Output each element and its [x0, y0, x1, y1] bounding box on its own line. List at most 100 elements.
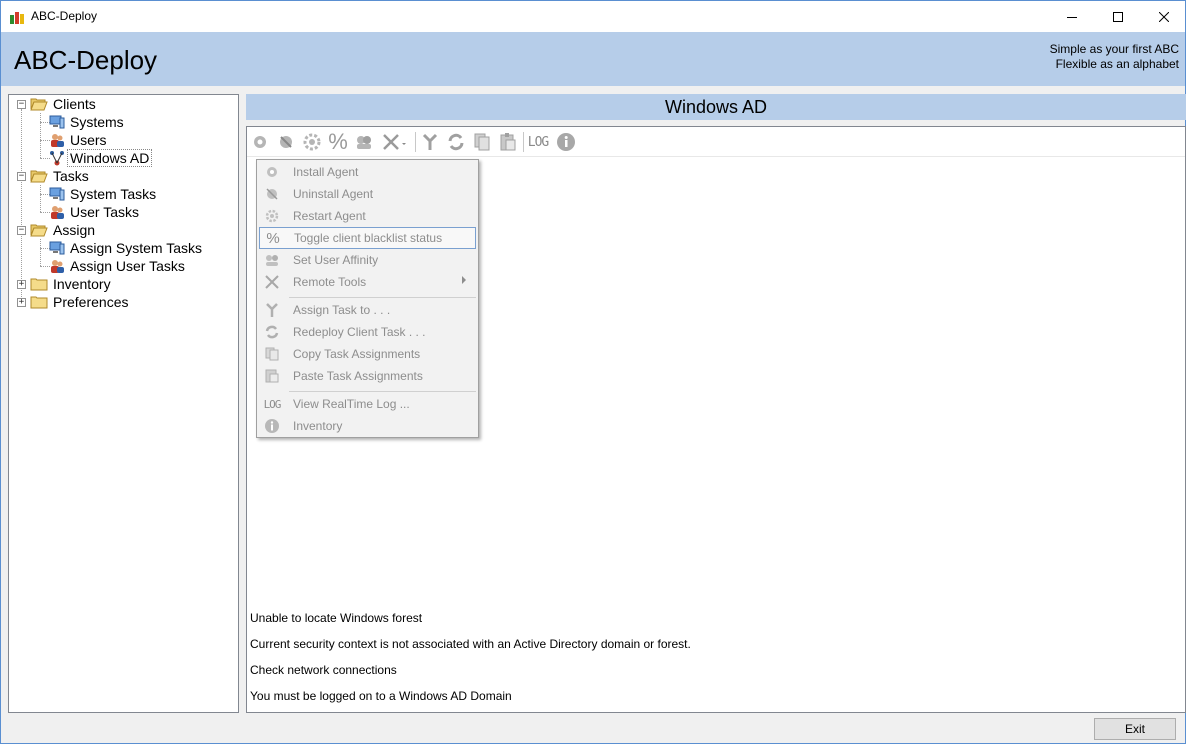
- menu-separator: [289, 391, 476, 392]
- message-line-1: Unable to locate Windows forest: [250, 611, 423, 625]
- tree-label-assign: Assign: [53, 222, 96, 238]
- gear-plus-icon: [254, 136, 266, 148]
- tree-node-inventory[interactable]: Inventory: [30, 275, 113, 293]
- submenu-arrow-icon: [462, 276, 466, 284]
- uninstall-agent-tool[interactable]: [275, 131, 297, 153]
- title-bar: ABC-Deploy: [1, 1, 1185, 32]
- header-banner: ABC-Deploy Simple as your first ABC Flex…: [1, 32, 1185, 86]
- menu-label: View RealTime Log ...: [293, 397, 410, 411]
- menu-label: Inventory: [293, 419, 343, 433]
- menu-label: Remote Tools: [293, 275, 367, 289]
- tree-label-windows-ad: Windows AD: [66, 149, 153, 167]
- user-affinity-tool[interactable]: [353, 131, 375, 153]
- users-icon: [51, 260, 64, 273]
- tree-label-user-tasks: User Tasks: [70, 204, 139, 220]
- info-icon: [261, 417, 283, 435]
- toolbar: % LOG: [247, 127, 1185, 157]
- menu-item-paste-assignments[interactable]: Paste Task Assignments: [259, 365, 476, 387]
- maximize-button[interactable]: [1095, 1, 1141, 32]
- tools-icon: [383, 134, 406, 150]
- inventory-tool[interactable]: [555, 131, 577, 153]
- paste-assignments-tool[interactable]: [497, 131, 519, 153]
- gear-remove-icon: [280, 136, 292, 148]
- collapse-toggle[interactable]: −: [17, 100, 26, 109]
- tree-node-user-tasks[interactable]: User Tasks: [49, 203, 141, 221]
- redeploy-task-tool[interactable]: [445, 131, 467, 153]
- app-window: ABC-Deploy ABC-Deploy Simple as your fir…: [0, 0, 1186, 744]
- tree-label-preferences: Preferences: [53, 294, 129, 310]
- menu-item-copy-assignments[interactable]: Copy Task Assignments: [259, 343, 476, 365]
- computer-icon: [49, 241, 65, 255]
- gear-icon: [303, 133, 321, 151]
- copy-icon: [474, 133, 490, 151]
- tree-line: [21, 109, 22, 303]
- menu-label: Install Agent: [293, 165, 359, 179]
- menu-label: Restart Agent: [293, 209, 366, 223]
- network-icon: [50, 151, 64, 166]
- menu-item-inventory[interactable]: Inventory: [259, 415, 476, 437]
- tree-label-inventory: Inventory: [53, 276, 111, 292]
- users-icon: [357, 136, 371, 149]
- remote-tools-dropdown[interactable]: [379, 131, 409, 153]
- menu-item-redeploy-task[interactable]: Redeploy Client Task . . .: [259, 321, 476, 343]
- toolbar-separator: [523, 132, 524, 152]
- tree-label-tasks: Tasks: [53, 168, 89, 184]
- percent-icon[interactable]: %: [327, 129, 349, 154]
- tree-node-tasks[interactable]: Tasks: [30, 167, 91, 185]
- paste-icon: [500, 133, 516, 151]
- tree-line: [40, 185, 41, 212]
- copy-assignments-tool[interactable]: [471, 131, 493, 153]
- tree-node-users[interactable]: Users: [49, 131, 109, 149]
- restart-agent-tool[interactable]: [301, 131, 323, 153]
- tree-node-assign-system-tasks[interactable]: Assign System Tasks: [49, 239, 204, 257]
- navigation-tree[interactable]: − Clients Systems Users Windows AD − Tas…: [8, 94, 239, 713]
- menu-item-install-agent[interactable]: Install Agent: [259, 161, 476, 183]
- close-icon: [1159, 11, 1169, 22]
- tree-node-assign[interactable]: Assign: [30, 221, 97, 239]
- panel-title: Windows AD: [246, 94, 1186, 120]
- menu-item-view-log[interactable]: LOG View RealTime Log ...: [259, 393, 476, 415]
- open-folder-icon: [30, 98, 48, 111]
- slogan: Simple as your first ABC Flexible as an …: [1050, 42, 1179, 72]
- menu-label: Assign Task to . . .: [293, 303, 391, 317]
- open-folder-icon: [30, 224, 48, 237]
- collapse-toggle[interactable]: −: [17, 172, 26, 181]
- open-folder-icon: [30, 170, 48, 183]
- menu-item-uninstall-agent[interactable]: Uninstall Agent: [259, 183, 476, 205]
- computer-icon: [49, 115, 65, 129]
- menu-item-set-user-affinity[interactable]: Set User Affinity: [259, 249, 476, 271]
- tree-label-system-tasks: System Tasks: [70, 186, 157, 202]
- menu-item-restart-agent[interactable]: Restart Agent: [259, 205, 476, 227]
- exit-button[interactable]: Exit: [1094, 718, 1176, 740]
- tree-node-assign-user-tasks[interactable]: Assign User Tasks: [49, 257, 187, 275]
- tree-line: [40, 239, 41, 266]
- menu-item-assign-task[interactable]: Assign Task to . . .: [259, 299, 476, 321]
- assign-task-tool[interactable]: [419, 131, 441, 153]
- close-button[interactable]: [1141, 1, 1186, 32]
- tree-node-preferences[interactable]: Preferences: [30, 293, 130, 311]
- log-icon[interactable]: LOG: [527, 131, 549, 153]
- toolbar-separator: [415, 132, 416, 152]
- slogan-line-2: Flexible as an alphabet: [1055, 57, 1179, 71]
- expand-toggle[interactable]: +: [17, 280, 26, 289]
- menu-item-toggle-blacklist[interactable]: % Toggle client blacklist status: [259, 227, 476, 249]
- install-agent-tool[interactable]: [249, 131, 271, 153]
- expand-toggle[interactable]: +: [17, 298, 26, 307]
- tree-node-windows-ad[interactable]: Windows AD: [49, 149, 153, 167]
- tree-node-system-tasks[interactable]: System Tasks: [49, 185, 158, 203]
- folder-icon: [30, 278, 48, 291]
- menu-item-remote-tools[interactable]: Remote Tools: [259, 271, 476, 293]
- log-icon: LOG: [263, 397, 282, 411]
- paste-icon: [261, 367, 283, 385]
- menu-label: Redeploy Client Task . . .: [293, 325, 426, 339]
- window-title: ABC-Deploy: [31, 9, 98, 23]
- tree-node-clients[interactable]: Clients: [30, 95, 98, 113]
- tree-node-systems[interactable]: Systems: [49, 113, 126, 131]
- folder-icon: [30, 296, 48, 309]
- gear-remove-icon: [261, 185, 283, 203]
- collapse-toggle[interactable]: −: [17, 226, 26, 235]
- tree-label-users: Users: [70, 132, 107, 148]
- minimize-button[interactable]: [1049, 1, 1095, 32]
- app-icon: [10, 12, 24, 24]
- tree-line: [40, 113, 41, 158]
